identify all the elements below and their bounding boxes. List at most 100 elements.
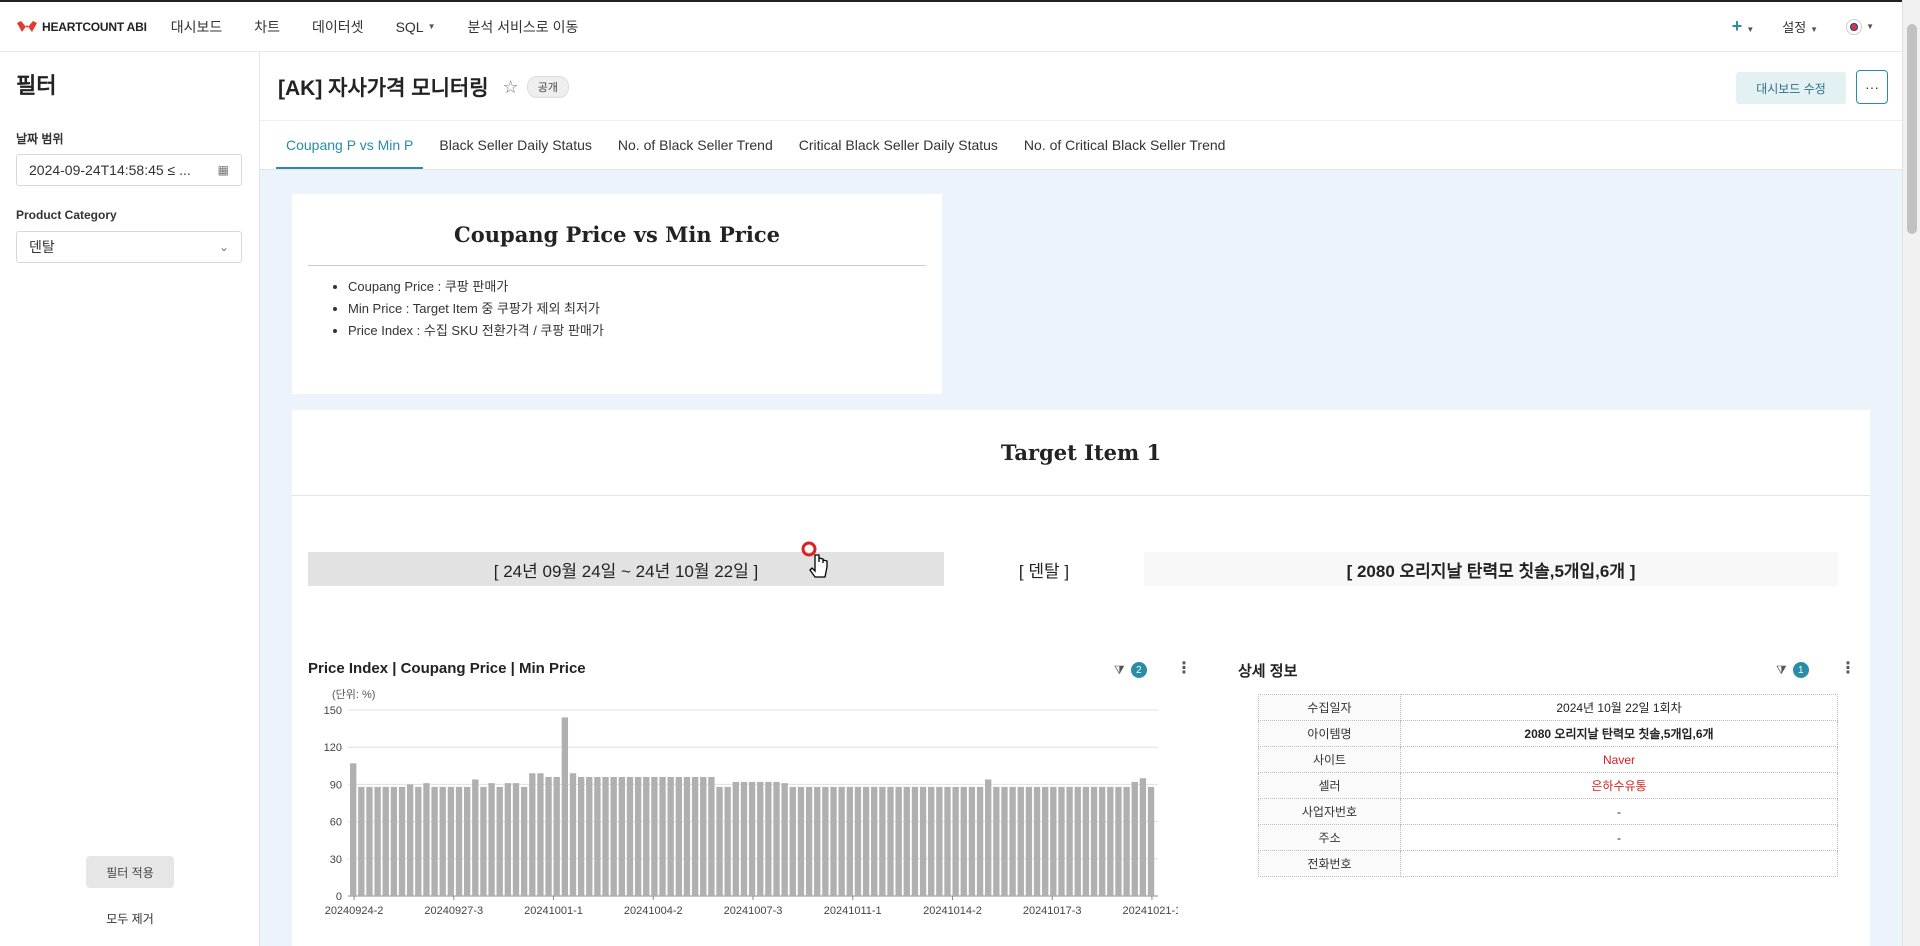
chart-bar[interactable] [838,786,845,896]
chart-bar[interactable] [1115,786,1122,896]
edit-dashboard-button[interactable]: 대시보드 수정 [1736,72,1846,104]
chart-bar[interactable] [1025,786,1033,896]
chart-bar[interactable] [1001,786,1008,896]
chart-bar[interactable] [520,786,528,896]
chart-bar[interactable] [708,776,715,896]
chart-menu-icon[interactable]: ⋮ [1176,658,1192,678]
chart-bar[interactable] [618,776,626,896]
detail-menu-icon[interactable]: ⋮ [1840,658,1856,678]
chart-bar[interactable] [374,786,381,896]
chart-bar[interactable] [1033,786,1041,896]
chart-bar[interactable] [643,776,650,896]
chart-bar[interactable] [805,786,813,896]
chart-bar[interactable] [1082,786,1090,896]
chart-bar[interactable] [928,786,935,896]
nav-sql[interactable]: SQL ▼ [396,19,436,35]
chart-bar[interactable] [423,783,430,896]
chart-bar[interactable] [398,786,406,896]
apply-filter-button[interactable]: 필터 적용 [86,856,174,888]
chart-bar[interactable] [895,786,902,896]
chart-bar[interactable] [919,786,927,896]
chart-bar[interactable] [610,776,617,896]
chart-bar[interactable] [366,786,373,896]
date-range-field[interactable]: 2024-09-24T14:58:45 ≤ ... ▦ [16,154,242,186]
chart-bar[interactable] [537,773,544,896]
chart-bar[interactable] [447,786,455,896]
chart-bar[interactable] [748,781,756,896]
chart-bar[interactable] [602,776,609,896]
chart-bar[interactable] [781,783,788,896]
chart-bar[interactable] [634,776,642,896]
chart-bar[interactable] [545,776,552,896]
chart-bar[interactable] [1058,786,1065,896]
chart-bar[interactable] [1107,786,1114,896]
chart-bar[interactable] [651,776,658,896]
chart-bar[interactable] [561,717,569,896]
chart-bar[interactable] [797,786,805,896]
chart-bar[interactable] [577,776,585,896]
chart-bar[interactable] [716,786,723,896]
chart-bar[interactable] [846,786,853,896]
chart-bar[interactable] [765,781,772,896]
chart-bar[interactable] [683,776,691,896]
chart-bar[interactable] [993,786,1000,896]
chart-bar[interactable] [1099,786,1106,896]
chart-bar[interactable] [415,786,422,896]
tab-critical-black-seller-daily[interactable]: Critical Black Seller Daily Status [789,137,1008,169]
chart-bar[interactable] [903,786,910,896]
chart-bar[interactable] [968,786,976,896]
chart-bar[interactable] [594,776,601,896]
product-category-select[interactable]: 덴탈 ⌄ [16,231,242,263]
chart-bar[interactable] [1147,786,1155,896]
clear-all-button[interactable]: 모두 제거 [86,906,174,930]
chart-bar[interactable] [1042,786,1049,896]
chart-bar[interactable] [976,786,984,896]
tab-critical-black-seller-trend[interactable]: No. of Critical Black Seller Trend [1014,137,1236,169]
tab-black-seller-trend[interactable]: No. of Black Seller Trend [608,137,783,169]
page-scrollbar[interactable] [1902,0,1920,946]
chart-bar[interactable] [822,786,829,896]
chart-bar[interactable] [675,776,682,896]
chart-bar[interactable] [488,783,495,896]
chart-bar[interactable] [830,786,837,896]
chart-bar[interactable] [431,786,438,896]
chart-bar[interactable] [1139,778,1147,896]
chart-bar[interactable] [944,786,951,896]
chart-bar[interactable] [569,773,577,896]
chart-bar[interactable] [512,783,520,896]
chart-bar[interactable] [960,786,967,896]
chart-bar[interactable] [586,776,593,896]
chart-bar[interactable] [659,776,666,896]
chart-bar[interactable] [1009,786,1016,896]
tab-coupang-vs-min[interactable]: Coupang P vs Min P [276,137,424,169]
chart-bar[interactable] [553,776,560,896]
chart-bar[interactable] [439,786,446,896]
chart-bar[interactable] [390,786,398,896]
chart-bar[interactable] [1066,786,1073,896]
nav-chart[interactable]: 차트 [254,17,280,37]
chart-bar[interactable] [480,786,487,896]
star-icon[interactable]: ☆ [503,77,519,98]
chart-bar[interactable] [626,776,634,896]
chart-bar[interactable] [455,786,463,896]
chart-bar[interactable] [862,786,870,896]
chart-bar[interactable] [529,773,536,896]
brand-logo[interactable]: HEARTCOUNT ABI [16,20,147,34]
chart-bar[interactable] [1050,786,1057,896]
chart-bar[interactable] [358,786,365,896]
chart-bar[interactable] [1090,786,1098,896]
settings-menu[interactable]: 설정 ▼ [1782,17,1818,36]
chart-bar[interactable] [1123,786,1130,896]
chart-bar[interactable] [952,786,959,896]
scrollbar-thumb[interactable] [1907,24,1917,234]
chart-bar[interactable] [985,779,992,896]
chart-bar[interactable] [887,786,894,896]
chart-bar[interactable] [1131,781,1138,896]
chart-bar[interactable] [463,786,471,896]
detail-filter-badge[interactable]: ⧩ 1 [1776,662,1809,678]
chart-bar[interactable] [406,784,414,896]
chart-bar[interactable] [854,786,862,896]
chart-bar[interactable] [496,786,503,896]
chart-bar[interactable] [773,781,780,896]
chart-bar[interactable] [700,776,707,896]
